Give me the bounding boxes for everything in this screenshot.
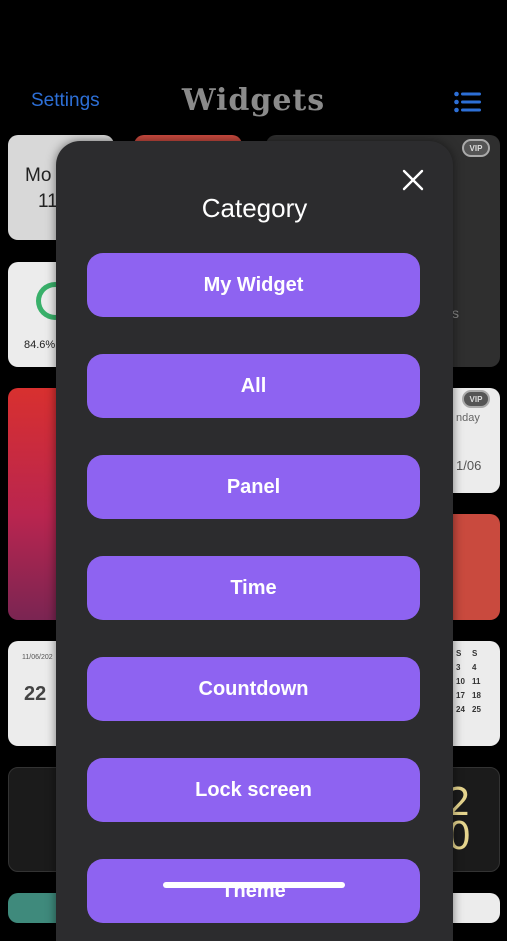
tile-text: 11/06/202 [22,654,53,661]
category-button-all[interactable]: All [87,354,420,418]
calendar-cell: 24 [456,705,465,714]
calendar-cell: 3 [456,663,461,672]
calendar-cell: S [472,649,478,658]
tile-text: 11 [38,191,58,212]
category-modal: Category My Widget All Panel Time Countd… [56,141,453,941]
modal-title: Category [201,193,308,223]
category-button-my-widget[interactable]: My Widget [87,253,420,317]
category-button-theme[interactable]: Theme [87,859,420,923]
category-button-lock-screen[interactable]: Lock screen [87,758,420,822]
vip-badge: VIP [462,390,490,408]
category-button-countdown[interactable]: Countdown [87,657,420,721]
calendar-cell: S [456,649,462,658]
tile-text: 1/06 [456,458,482,473]
tile-text: s [452,305,459,321]
calendar-cell: 4 [472,663,477,672]
calendar-cell: 17 [456,691,465,700]
home-indicator [163,882,345,888]
calendar-cell: 25 [472,705,481,714]
calendar-cell: 11 [472,677,481,686]
category-button-time[interactable]: Time [87,556,420,620]
tile-text: nday [456,412,480,424]
calendar-cell: 10 [456,677,465,686]
tile-text: 22 [24,683,47,705]
calendar-grid: S S 3 4 10 11 17 18 24 25 [456,649,488,714]
category-button-panel[interactable]: Panel [87,455,420,519]
tile-text: Mo [25,165,52,186]
close-icon[interactable] [402,169,424,191]
calendar-cell: 18 [472,691,481,700]
page-title: Widgets [181,83,326,118]
list-icon[interactable] [454,91,481,113]
tile-text: 84.6% [24,339,56,351]
vip-badge: VIP [462,139,490,157]
